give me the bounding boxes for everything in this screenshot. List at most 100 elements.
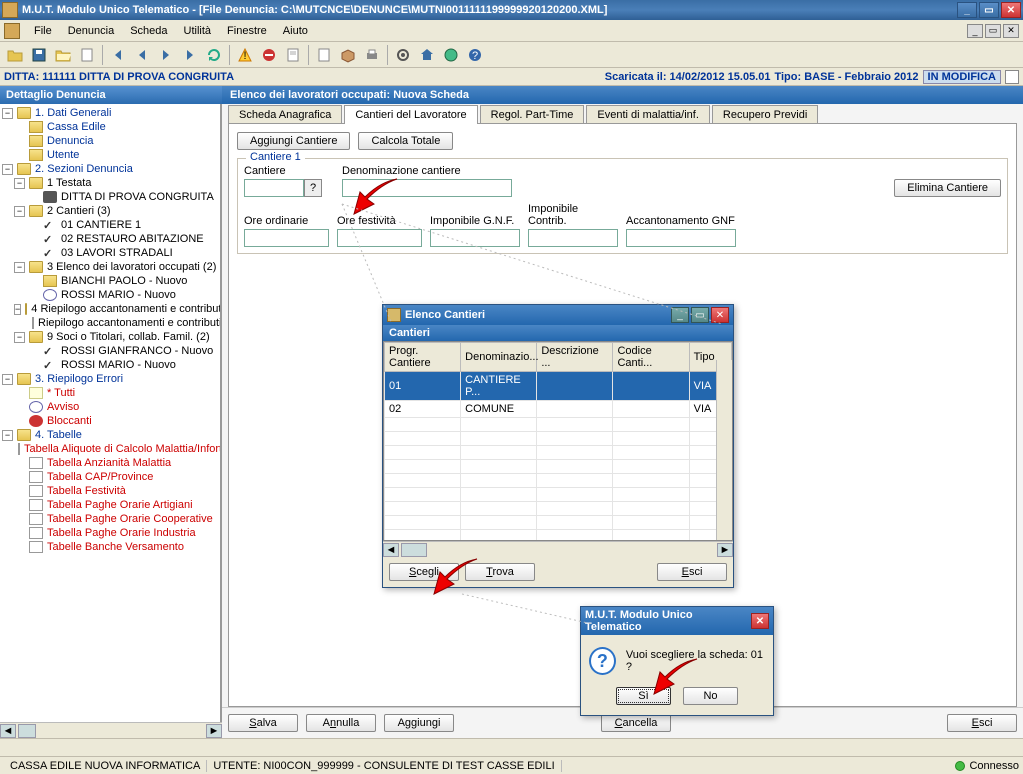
tree-hscroll[interactable]: ◄► [0,722,222,738]
tree-soci[interactable]: −9 Soci o Titolari, collab. Famil. (2) [0,330,220,344]
tool-page2-icon[interactable] [313,44,335,66]
imp-gnf-input[interactable] [430,229,520,247]
tab-cantieri[interactable]: Cantieri del Lavoratore [344,105,477,124]
tool-first-icon[interactable] [107,44,129,66]
tree-testata[interactable]: −1 Testata [0,176,220,190]
tool-print-icon[interactable] [361,44,383,66]
calcola-totale-button[interactable]: Calcola Totale [358,132,453,150]
menu-aiuto[interactable]: Aiuto [275,23,316,39]
tree-tab-anzianita[interactable]: Tabella Anzianità Malattia [0,456,220,470]
cantieri-grid[interactable]: Progr. Cantiere Denominazio... Descrizio… [383,341,733,541]
tool-warn-icon[interactable]: ! [234,44,256,66]
col-descr[interactable]: Descrizione ... [537,343,613,372]
mdi-minimize-button[interactable]: _ [967,24,983,38]
ore-fest-input[interactable] [337,229,422,247]
col-progr[interactable]: Progr. Cantiere [385,343,461,372]
popup-esci-button[interactable]: Esci [657,563,727,581]
tab-anagrafica[interactable]: Scheda Anagrafica [228,105,342,124]
esci-button[interactable]: Esci [947,714,1017,732]
tree-bianchi[interactable]: BIANCHI PAOLO - Nuovo [0,274,220,288]
tree-tab-festivita[interactable]: Tabella Festività [0,484,220,498]
tool-next-icon[interactable] [155,44,177,66]
ore-ord-input[interactable] [244,229,329,247]
menu-file[interactable]: File [26,23,60,39]
tree-dati-generali[interactable]: −1. Dati Generali [0,106,220,120]
elimina-cantiere-button[interactable]: Elimina Cantiere [894,179,1001,197]
tool-settings-icon[interactable] [392,44,414,66]
confirm-yes-button[interactable]: Sì [616,687,671,705]
tree-ditta-prova[interactable]: DITTA DI PROVA CONGRUITA [0,190,220,204]
menu-finestre[interactable]: Finestre [219,23,275,39]
denom-input[interactable] [342,179,512,197]
tree-rossi-mario2[interactable]: ROSSI MARIO - Nuovo [0,358,220,372]
tool-prev-icon[interactable] [131,44,153,66]
grid-hscroll[interactable]: ◄► [383,541,733,557]
grid-vscroll[interactable] [716,360,732,540]
mdi-restore-button[interactable]: ▭ [985,24,1001,38]
popup-close-button[interactable]: ✕ [711,307,729,323]
imp-contr-input[interactable] [528,229,618,247]
aggiungi-cantiere-button[interactable]: Aggiungi Cantiere [237,132,350,150]
popup-max-button[interactable]: ▭ [691,307,709,323]
tree-cantiere-1[interactable]: 01 CANTIERE 1 [0,218,220,232]
tree-rossi-gf[interactable]: ROSSI GIANFRANCO - Nuovo [0,344,220,358]
grid-row-2[interactable]: 02COMUNEVIA [385,401,732,418]
menu-denuncia[interactable]: Denuncia [60,23,122,39]
tool-openfolder-icon[interactable] [52,44,74,66]
tree-rossi-mario[interactable]: ROSSI MARIO - Nuovo [0,288,220,302]
tool-help-icon[interactable]: ? [464,44,486,66]
trova-button[interactable]: Trova [465,563,535,581]
tab-recupero[interactable]: Recupero Previdi [712,105,818,124]
tab-malattia[interactable]: Eventi di malattia/inf. [586,105,710,124]
tree-denuncia[interactable]: Denuncia [0,134,220,148]
tool-save-icon[interactable] [28,44,50,66]
cancella-button[interactable]: Cancella [601,714,671,732]
tree-bloccanti[interactable]: Bloccanti [0,414,220,428]
tree-cantiere-2[interactable]: 02 RESTAURO ABITAZIONE [0,232,220,246]
tool-home-icon[interactable] [416,44,438,66]
confirm-no-button[interactable]: No [683,687,738,705]
menu-utilita[interactable]: Utilità [176,23,220,39]
tool-globe-icon[interactable] [440,44,462,66]
tree-cassa-edile[interactable]: Cassa Edile [0,120,220,134]
tree-tab-artigiani[interactable]: Tabella Paghe Orarie Artigiani [0,498,220,512]
popup-min-button[interactable]: _ [671,307,689,323]
col-codice[interactable]: Codice Canti... [613,343,689,372]
tool-newdoc-icon[interactable] [76,44,98,66]
tree-tab-industria[interactable]: Tabella Paghe Orarie Industria [0,526,220,540]
tab-parttime[interactable]: Regol. Part-Time [480,105,585,124]
scegli-button[interactable]: Scegli [389,563,459,581]
tree-lavoratori[interactable]: −3 Elenco dei lavoratori occupati (2) [0,260,220,274]
tree-riepilogo-acc-item[interactable]: Riepilogo accantonamenti e contributi [0,316,220,330]
tool-box-icon[interactable] [337,44,359,66]
tree-avviso[interactable]: Avviso [0,400,220,414]
grid-row-1[interactable]: 01CANTIERE P...VIA [385,372,732,401]
tree-tabelle[interactable]: −4. Tabelle [0,428,220,442]
tree-tab-aliquote[interactable]: Tabella Aliquote di Calcolo Malattia/Inf… [0,442,220,456]
mdi-close-button[interactable]: ✕ [1003,24,1019,38]
minimize-button[interactable]: _ [957,2,977,18]
close-button[interactable]: ✕ [1001,2,1021,18]
tree-tab-coop[interactable]: Tabella Paghe Orarie Cooperative [0,512,220,526]
tree-sezioni[interactable]: −2. Sezioni Denuncia [0,162,220,176]
cantiere-input[interactable] [244,179,304,197]
salva-button[interactable]: Salva [228,714,298,732]
maximize-button[interactable]: ▭ [979,2,999,18]
tool-refresh-icon[interactable] [203,44,225,66]
aggiungi-button[interactable]: Aggiungi [384,714,454,732]
tool-stop-icon[interactable] [258,44,280,66]
tree-cantiere-3[interactable]: 03 LAVORI STRADALI [0,246,220,260]
tree-cantieri[interactable]: −2 Cantieri (3) [0,204,220,218]
confirm-close-button[interactable]: ✕ [751,613,769,629]
tree-riepilogo-acc[interactable]: −4 Riepilogo accantonamenti e contributi [0,302,220,316]
tool-open-icon[interactable] [4,44,26,66]
tree-tab-banche[interactable]: Tabelle Banche Versamento [0,540,220,554]
col-denom[interactable]: Denominazio... [461,343,537,372]
menu-scheda[interactable]: Scheda [122,23,175,39]
tree-riepilogo-errori[interactable]: −3. Riepilogo Errori [0,372,220,386]
annulla-button[interactable]: Annulla [306,714,376,732]
tool-page-icon[interactable] [282,44,304,66]
tool-last-icon[interactable] [179,44,201,66]
tree-utente[interactable]: Utente [0,148,220,162]
tree-tutti[interactable]: * Tutti [0,386,220,400]
